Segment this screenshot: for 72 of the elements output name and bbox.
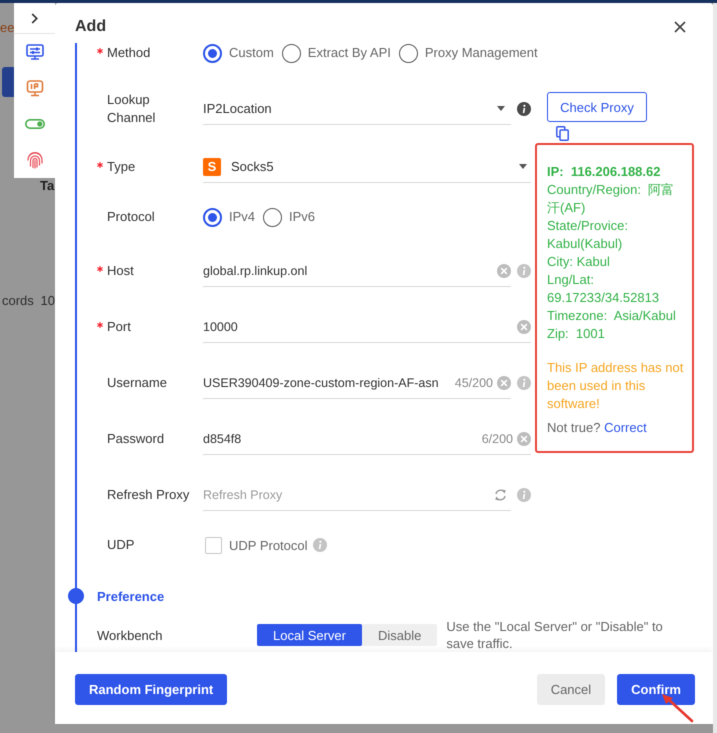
input-field[interactable]: Refresh Proxy xyxy=(203,484,490,506)
field-label: Type xyxy=(107,158,136,176)
character-count: 6/200 xyxy=(482,432,513,446)
ip-address: IP: 116.206.188.62 xyxy=(547,163,662,181)
radio-button[interactable] xyxy=(263,208,282,226)
field-label: Protocol xyxy=(107,208,155,226)
check-proxy-button[interactable]: Check Proxy xyxy=(547,92,647,122)
correction-note: Not true? Correct xyxy=(547,419,648,437)
toggle-icon[interactable] xyxy=(24,119,44,129)
input-field[interactable]: USER390409-zone-custom-region-AF-asn xyxy=(203,372,451,394)
radio-label[interactable]: Extract By API xyxy=(308,44,391,62)
close-icon[interactable] xyxy=(674,21,686,33)
input-field[interactable]: global.rp.linkup.onl xyxy=(203,260,493,282)
radio-button[interactable] xyxy=(203,208,222,226)
caret-down-icon[interactable] xyxy=(497,106,505,111)
radio-button[interactable] xyxy=(398,44,418,62)
hint-text: Use the "Local Server" or "Disable" to save traffic. xyxy=(446,618,664,652)
monitor-sliders-icon[interactable] xyxy=(26,44,44,60)
select-field[interactable]: IP2Location xyxy=(203,93,511,125)
radio-label[interactable]: Custom xyxy=(229,44,274,62)
select-field[interactable]: S Socks5 xyxy=(203,151,531,183)
field-label: Method xyxy=(107,44,150,62)
radio-label[interactable]: IPv4 xyxy=(229,208,256,226)
field-label: Refresh Proxy xyxy=(107,486,190,504)
radio-button[interactable] xyxy=(203,44,222,62)
dialog-title: Add xyxy=(75,17,106,37)
background-text: cords xyxy=(2,293,34,309)
monitor-icon[interactable] xyxy=(26,80,44,96)
clear-icon[interactable] xyxy=(517,320,531,334)
background-text: 10 xyxy=(40,293,55,309)
secondary-button[interactable]: Cancel xyxy=(536,674,606,705)
chevron-right-icon[interactable] xyxy=(31,12,38,24)
segment-button[interactable]: Local Server xyxy=(257,624,362,646)
correct-link[interactable]: Correct xyxy=(604,420,647,435)
radio-label[interactable]: IPv6 xyxy=(289,208,316,226)
field-label: Lookup Channel xyxy=(107,91,156,127)
location-detail: State/Provice: Kabul(Kabul) xyxy=(547,217,629,253)
radio-button[interactable] xyxy=(282,44,301,62)
radio-label[interactable]: Proxy Management xyxy=(424,44,538,62)
location-detail: Lng/Lat: 69.17233/34.52813 xyxy=(547,271,660,307)
clear-icon[interactable] xyxy=(497,376,511,390)
input-field[interactable]: 10000 xyxy=(203,316,513,338)
background-text: ee xyxy=(0,20,14,36)
location-detail: City: Kabul xyxy=(547,253,611,271)
background-block xyxy=(2,67,14,97)
clear-icon[interactable] xyxy=(517,432,531,446)
section-title: Preference xyxy=(97,588,164,604)
caret-down-icon[interactable] xyxy=(519,164,527,169)
field-label: Port xyxy=(107,318,131,336)
primary-button[interactable]: Confirm xyxy=(617,674,695,705)
clear-icon[interactable] xyxy=(497,264,511,278)
field-label: Host xyxy=(107,262,134,280)
location-detail: Country/Region: 阿富汗(AF) xyxy=(547,181,676,217)
field-label: Username xyxy=(107,374,167,392)
info-icon[interactable] xyxy=(517,102,531,116)
location-detail: Timezone: Asia/Kabul xyxy=(547,307,677,325)
location-detail: Zip: 1001 xyxy=(547,325,606,343)
letter-tile: S xyxy=(203,158,221,176)
background-text: Ta xyxy=(40,178,55,194)
warning-message: This IP address has not been used in this software! xyxy=(547,359,684,413)
refresh-icon[interactable] xyxy=(494,488,507,502)
field-label: UDP xyxy=(107,536,134,554)
primary-button[interactable]: Random Fingerprint xyxy=(75,674,228,705)
copy-icon[interactable] xyxy=(556,126,569,141)
input-field[interactable]: d854f8 xyxy=(203,428,478,450)
checkbox-label[interactable]: UDP Protocol xyxy=(229,538,308,552)
field-label: Workbench xyxy=(97,628,164,642)
checkbox[interactable] xyxy=(205,536,222,554)
field-label: Password xyxy=(107,430,164,448)
character-count: 45/200 xyxy=(454,376,493,390)
segment-button[interactable]: Disable xyxy=(362,624,438,646)
fingerprint-icon[interactable] xyxy=(26,151,42,169)
